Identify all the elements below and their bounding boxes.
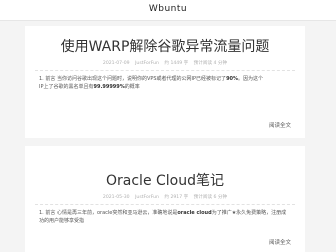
post-date: 2021-07-09 (102, 61, 130, 66)
post-card: 使用WARP解除谷歌异常流量问题 2021-07-09 JustForFun 约… (25, 26, 305, 138)
excerpt-text: 1. 前言 心情是再三年前，oracle突然和亚马逊云，准确地说是 (39, 210, 178, 216)
post-meta: 2021-05-30 JustForFun 约 2917 字 预计阅读 6 分钟 (25, 194, 305, 200)
post-excerpt: 1. 前言 心情是再三年前，oracle突然和亚马逊云，准确地说是oracle … (39, 209, 291, 225)
post-read-time: 预计阅读 4 分钟 (193, 61, 228, 66)
excerpt-text: 1. 前言 当你访问谷歌出现这个问题时，说明你的VPS或者代理的公网IP已经被标… (39, 76, 227, 82)
post-word-count: 约 1449 字 (164, 61, 189, 66)
post-card: Oracle Cloud笔记 2021-05-30 JustForFun 约 2… (25, 146, 305, 252)
post-title[interactable]: Oracle Cloud笔记 (25, 146, 305, 190)
excerpt-bold: 99.99999% (93, 84, 125, 90)
divider (35, 70, 295, 71)
post-author: JustForFun (135, 195, 159, 200)
post-date: 2021-05-30 (102, 195, 130, 200)
excerpt-text: IP上了谷歌的黑名单且有 (39, 84, 94, 90)
post-read-time: 预计阅读 6 分钟 (193, 195, 228, 200)
divider (35, 204, 295, 205)
post-excerpt: 1. 前言 当你访问谷歌出现这个问题时，说明你的VPS或者代理的公网IP已经被标… (39, 75, 291, 91)
excerpt-bold: oracle cloud (177, 210, 212, 216)
excerpt-text: 的概率 (124, 84, 140, 90)
post-title[interactable]: 使用WARP解除谷歌异常流量问题 (25, 26, 305, 56)
post-author: JustForFun (135, 61, 159, 66)
read-more-link[interactable]: 阅读全文 (269, 238, 291, 246)
post-meta: 2021-07-09 JustForFun 约 1449 字 预计阅读 4 分钟 (25, 60, 305, 66)
post-word-count: 约 2917 字 (164, 195, 189, 200)
read-more-link[interactable]: 阅读全文 (269, 121, 291, 129)
site-title[interactable]: Wbuntu (0, 4, 336, 14)
top-bar: Wbuntu (0, 0, 336, 21)
excerpt-text: 。因为这个 (238, 76, 264, 82)
excerpt-bold: 90% (226, 76, 239, 82)
